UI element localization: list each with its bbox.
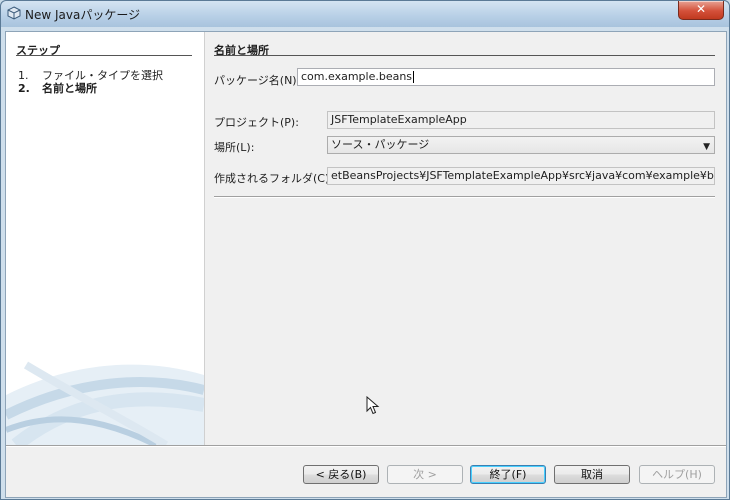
location-label: 場所(L): [214, 141, 255, 154]
decorative-swoosh-graphic [6, 361, 204, 445]
created-folder-label: 作成されるフォルダ(C): [214, 172, 333, 185]
cancel-button[interactable]: 取消 [554, 465, 630, 484]
name-location-panel: 名前と場所 パッケージ名(N): com.example.beans プロジェク… [214, 32, 718, 445]
dialog-body: ステップ 1. ファイル・タイプを選択 2. 名前と場所 名前と場所 パッケージ名(… [5, 31, 727, 498]
netbeans-cube-icon [7, 6, 21, 20]
project-label: プロジェクト(P): [214, 116, 299, 129]
dropdown-arrow-icon[interactable]: ▼ [703, 139, 710, 153]
button-bar-separator [6, 445, 726, 446]
package-name-input[interactable]: com.example.beans [297, 68, 715, 86]
panel-divider [214, 55, 715, 56]
step-number: 2. [18, 82, 30, 95]
back-button[interactable]: < 戻る(B) [303, 465, 379, 484]
help-button[interactable]: ヘルプ(H) [639, 465, 715, 484]
title-bar[interactable]: New Javaパッケージ ✕ [1, 1, 729, 27]
package-name-value: com.example.beans [301, 70, 413, 83]
next-button[interactable]: 次 > [387, 465, 463, 484]
location-select[interactable]: ソース・パッケージ ▼ [327, 136, 715, 154]
steps-divider [16, 55, 192, 56]
project-field: JSFTemplateExampleApp [327, 111, 715, 129]
finish-button[interactable]: 終了(F) [470, 465, 546, 484]
steps-panel: ステップ 1. ファイル・タイプを選択 2. 名前と場所 [6, 32, 205, 445]
form-separator [214, 196, 715, 197]
mouse-pointer-icon [366, 396, 380, 415]
location-value: ソース・パッケージ [331, 138, 430, 151]
step-label: 名前と場所 [42, 82, 97, 95]
project-value: JSFTemplateExampleApp [331, 113, 467, 126]
created-folder-value: etBeansProjects¥JSFTemplateExampleApp¥sr… [331, 169, 715, 182]
text-caret [413, 71, 415, 83]
created-folder-field: etBeansProjects¥JSFTemplateExampleApp¥sr… [327, 167, 715, 185]
package-name-label: パッケージ名(N): [214, 74, 301, 87]
window-title: New Javaパッケージ [25, 8, 141, 22]
dialog-window: New Javaパッケージ ✕ ステップ 1. ファイル・タイプを選択 2. 名前と… [0, 0, 730, 500]
close-button[interactable]: ✕ [678, 1, 724, 20]
step-item-name-location: 2. 名前と場所 [18, 80, 97, 96]
